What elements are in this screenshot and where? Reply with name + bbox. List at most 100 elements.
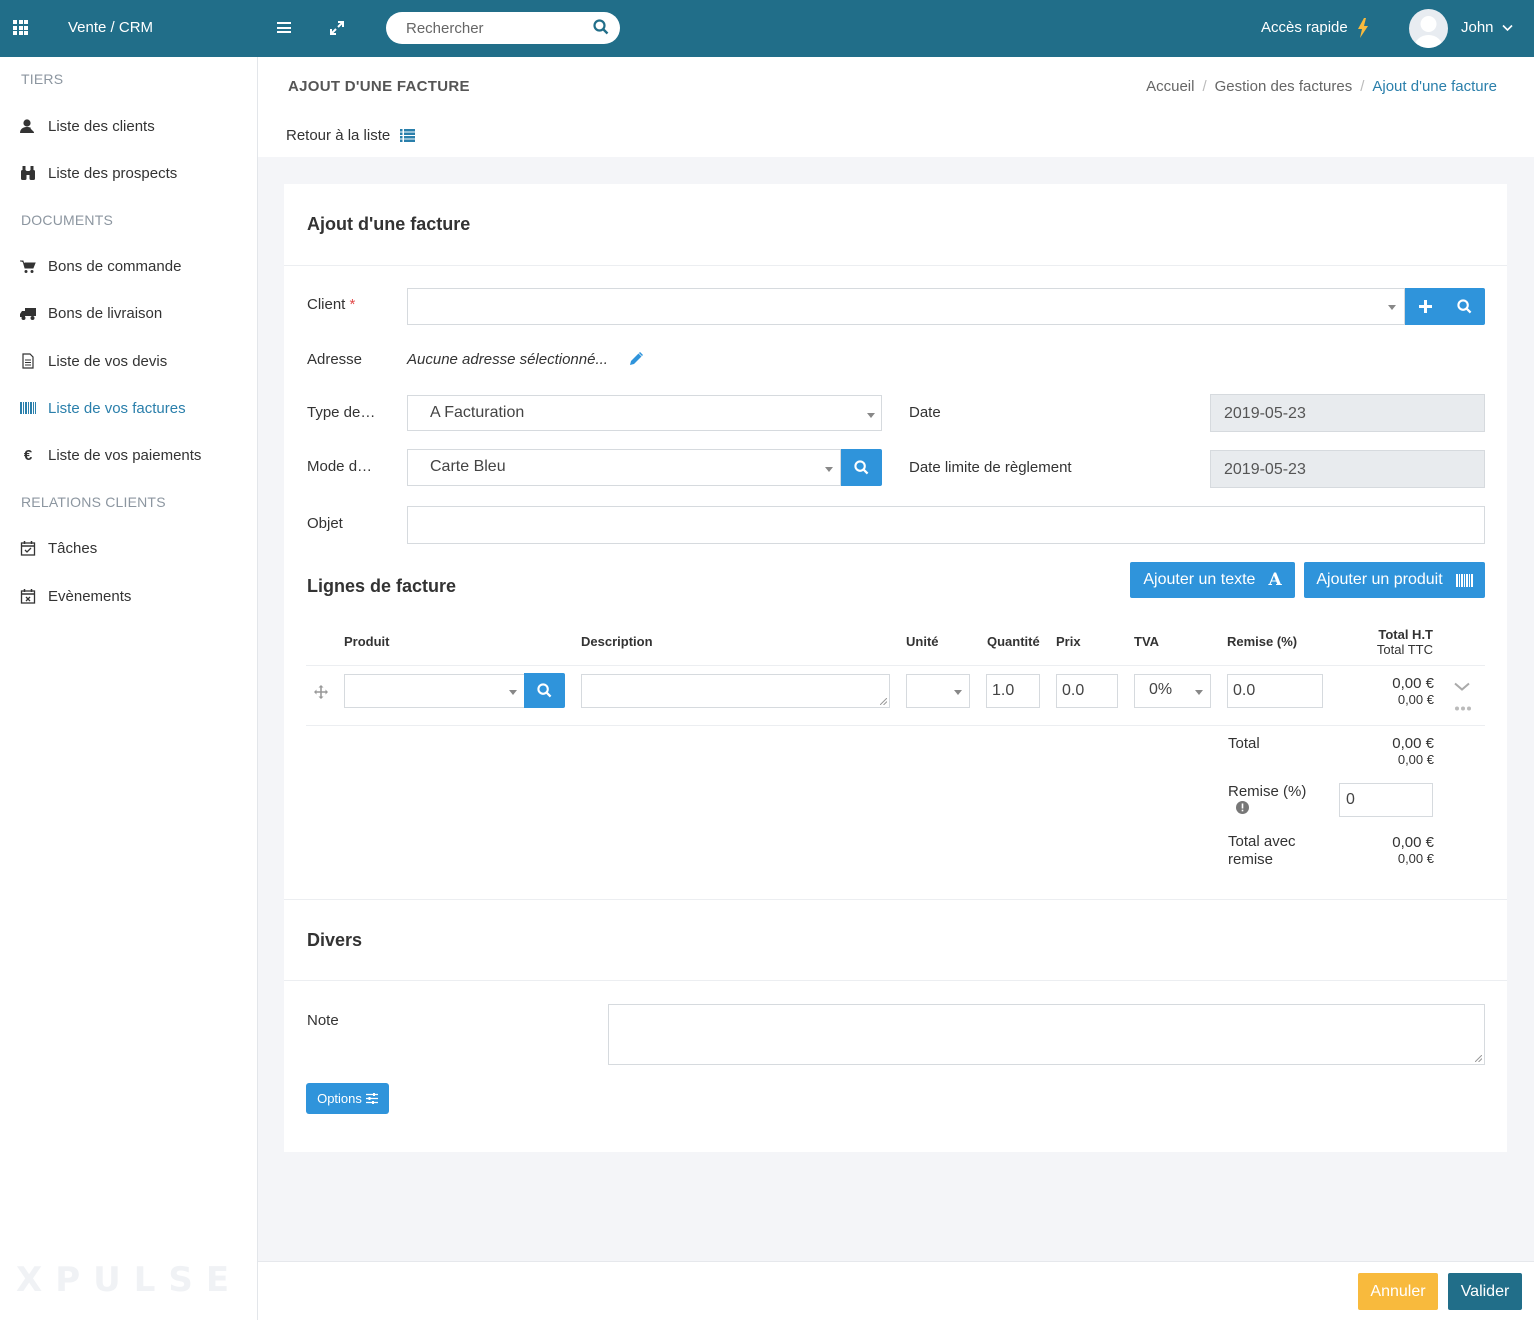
line-price-input[interactable]: 0.0 bbox=[1056, 674, 1118, 708]
page-header: AJOUT D'UNE FACTURE Accueil / Gestion de… bbox=[258, 57, 1534, 157]
line-quantity-input[interactable]: 1.0 bbox=[986, 674, 1040, 708]
sidebar-item-clients[interactable]: Liste des clients bbox=[20, 114, 155, 138]
app-title[interactable]: Vente / CRM bbox=[68, 19, 153, 36]
sidebar-item-prospects[interactable]: Liste des prospects bbox=[20, 161, 177, 185]
chevron-down-icon[interactable] bbox=[1502, 24, 1513, 32]
search-client-button[interactable] bbox=[1444, 288, 1485, 325]
total-discount-ht: 0,00 € bbox=[1392, 834, 1434, 851]
line-unit-select[interactable] bbox=[906, 674, 970, 708]
column-total-ttc: Total TTC bbox=[1376, 642, 1433, 657]
caret-down-icon bbox=[1388, 305, 1396, 310]
options-button[interactable]: Options bbox=[306, 1083, 389, 1114]
barcode-icon bbox=[1455, 573, 1473, 587]
invoice-type-label: Type de… bbox=[307, 404, 376, 421]
sidebar-item-invoices[interactable]: Liste de vos factures bbox=[20, 396, 186, 420]
caret-down-icon bbox=[867, 413, 875, 418]
total-with-discount-label: Total avec remise bbox=[1228, 833, 1296, 868]
cancel-button[interactable]: Annuler bbox=[1358, 1273, 1438, 1310]
back-to-list-link[interactable]: Retour à la liste bbox=[286, 127, 416, 144]
sidebar-item-quotes[interactable]: Liste de vos devis bbox=[20, 349, 167, 373]
address-value: Aucune adresse sélectionné... bbox=[407, 351, 608, 368]
hamburger-menu-icon[interactable] bbox=[277, 22, 291, 33]
search-product-button[interactable] bbox=[524, 673, 565, 708]
binoculars-icon bbox=[20, 165, 36, 181]
sidebar-item-label: Liste des clients bbox=[48, 117, 155, 135]
sidebar-item-label: Bons de commande bbox=[48, 257, 182, 275]
line-total-ttc: 0,00 € bbox=[1397, 692, 1434, 707]
add-product-button[interactable]: Ajouter un produit bbox=[1304, 562, 1485, 598]
form-title: Ajout d'une facture bbox=[307, 214, 471, 234]
payment-mode-select[interactable]: Carte Bleu bbox=[407, 449, 841, 486]
user-name[interactable]: John bbox=[1461, 19, 1494, 36]
date-field[interactable]: 2019-05-23 bbox=[1210, 394, 1485, 432]
sidebar-item-label: Liste de vos factures bbox=[48, 399, 186, 417]
column-total-ht: Total H.T bbox=[1378, 627, 1433, 642]
sidebar-section-documents: DOCUMENTS bbox=[21, 212, 114, 228]
euro-icon: € bbox=[23, 446, 33, 464]
calendar-x-icon bbox=[20, 588, 36, 604]
pencil-edit-icon[interactable] bbox=[629, 352, 643, 366]
apps-grid-icon[interactable] bbox=[13, 20, 30, 35]
column-product: Produit bbox=[344, 634, 390, 649]
client-select[interactable] bbox=[407, 288, 1405, 325]
column-price: Prix bbox=[1056, 634, 1081, 649]
document-icon bbox=[20, 353, 36, 369]
resize-handle-icon bbox=[880, 698, 887, 705]
validate-button[interactable]: Valider bbox=[1448, 1273, 1522, 1310]
truck-icon bbox=[20, 305, 36, 321]
drag-move-icon[interactable] bbox=[314, 685, 328, 699]
add-text-button[interactable]: Ajouter un texte A bbox=[1130, 562, 1295, 598]
line-total-ht: 0,00 € bbox=[1392, 675, 1434, 692]
add-client-button[interactable] bbox=[1405, 288, 1445, 325]
sidebar: TIERS Liste des clients Liste des prospe… bbox=[0, 57, 258, 1320]
sidebar-item-label: Evènements bbox=[48, 587, 132, 605]
search-icon bbox=[537, 683, 552, 698]
line-product-select[interactable] bbox=[344, 674, 525, 708]
resize-handle-icon bbox=[1475, 1055, 1482, 1062]
total-ttc: 0,00 € bbox=[1397, 752, 1434, 767]
object-input[interactable] bbox=[407, 506, 1485, 544]
sidebar-item-label: Liste de vos devis bbox=[48, 352, 168, 370]
caret-down-icon bbox=[509, 690, 517, 695]
caret-down-icon bbox=[825, 467, 833, 472]
invoice-type-select[interactable]: A Facturation bbox=[407, 395, 882, 431]
user-avatar[interactable] bbox=[1409, 9, 1448, 48]
note-textarea[interactable] bbox=[608, 1004, 1485, 1065]
quick-access-link[interactable]: Accès rapide bbox=[1261, 19, 1348, 36]
sidebar-item-label: Bons de livraison bbox=[48, 304, 163, 322]
chevron-down-icon[interactable] bbox=[1454, 682, 1470, 692]
caret-down-icon bbox=[954, 690, 962, 695]
sidebar-item-payments[interactable]: € Liste de vos paiements bbox=[20, 443, 202, 467]
sidebar-item-deliveries[interactable]: Bons de livraison bbox=[20, 301, 162, 325]
invoice-form-card: Ajout d'une facture Client * Adresse Auc… bbox=[284, 184, 1507, 1152]
info-icon[interactable] bbox=[1236, 801, 1249, 814]
address-label: Adresse bbox=[307, 351, 363, 368]
payment-mode-label: Mode d… bbox=[307, 458, 373, 475]
text-a-icon: A bbox=[1268, 570, 1282, 590]
due-date-field[interactable]: 2019-05-23 bbox=[1210, 450, 1485, 488]
sidebar-item-tasks[interactable]: Tâches bbox=[20, 536, 97, 560]
column-quantity: Quantité bbox=[987, 634, 1040, 649]
lightning-bolt-icon[interactable] bbox=[1357, 18, 1369, 38]
breadcrumb-invoices[interactable]: Gestion des factures bbox=[1215, 78, 1353, 95]
form-footer: Annuler Valider bbox=[258, 1261, 1534, 1320]
breadcrumb-home[interactable]: Accueil bbox=[1146, 78, 1194, 95]
search-icon bbox=[854, 460, 869, 475]
search-icon bbox=[1457, 299, 1472, 314]
sidebar-item-events[interactable]: Evènements bbox=[20, 584, 131, 608]
line-description-input[interactable] bbox=[581, 674, 890, 708]
line-tva-select[interactable]: 0% bbox=[1134, 674, 1211, 708]
global-discount-input[interactable]: 0 bbox=[1339, 783, 1433, 817]
sidebar-item-label: Liste de vos paiements bbox=[48, 446, 202, 464]
sidebar-item-orders[interactable]: Bons de commande bbox=[20, 254, 181, 278]
top-bar: Vente / CRM Accès rapide John bbox=[0, 0, 1534, 57]
cart-icon bbox=[20, 258, 36, 274]
more-options-icon[interactable] bbox=[1455, 706, 1471, 711]
search-payment-mode-button[interactable] bbox=[841, 449, 882, 486]
search-input[interactable] bbox=[406, 18, 586, 38]
search-icon[interactable] bbox=[593, 19, 609, 35]
sidebar-section-tiers: TIERS bbox=[21, 71, 64, 87]
note-label: Note bbox=[307, 1012, 339, 1029]
line-discount-input[interactable]: 0.0 bbox=[1227, 674, 1323, 708]
fullscreen-expand-icon[interactable] bbox=[329, 20, 345, 40]
